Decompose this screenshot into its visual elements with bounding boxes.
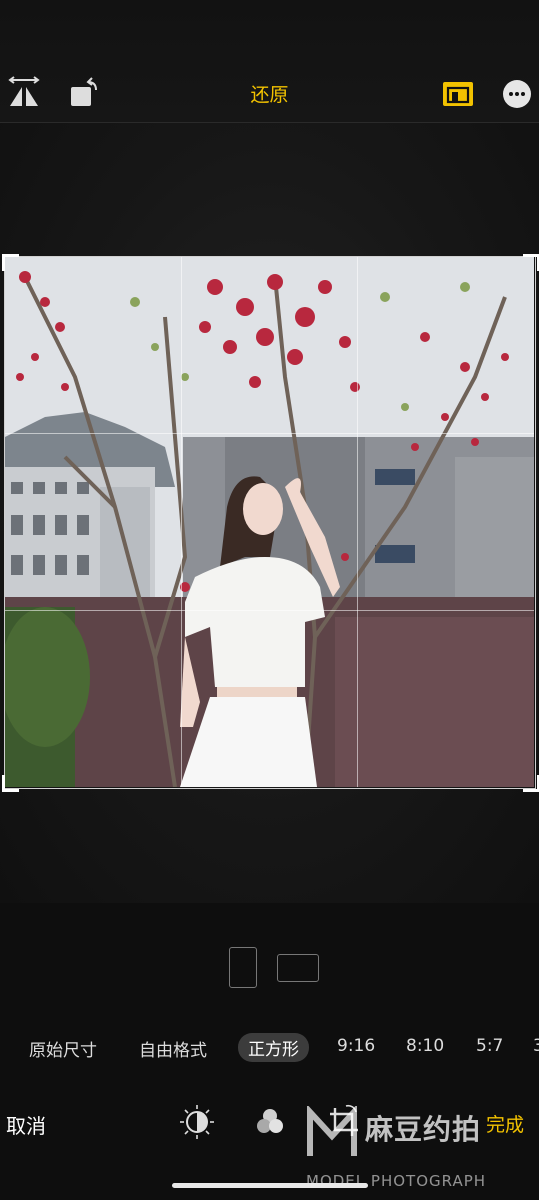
watermark-logo — [306, 1104, 358, 1166]
aspect-ratio-icon[interactable] — [443, 82, 473, 106]
ratio-original[interactable]: 原始尺寸 — [29, 1036, 97, 1061]
ratio-3[interactable]: 3 — [533, 1036, 539, 1056]
filters-icon[interactable] — [252, 1104, 288, 1140]
landscape-orientation-button[interactable] — [277, 954, 319, 982]
crop-handle-bottom-right[interactable] — [523, 775, 539, 792]
done-button[interactable]: 完成 — [486, 1110, 524, 1137]
ratio-freeform[interactable]: 自由格式 — [139, 1036, 207, 1061]
portrait-orientation-button[interactable] — [229, 947, 257, 988]
cancel-button[interactable]: 取消 — [6, 1110, 46, 1139]
ratio-9-16[interactable]: 9:16 — [337, 1036, 375, 1056]
top-toolbar: 还原 — [0, 0, 539, 123]
ratio-square[interactable]: 正方形 — [238, 1033, 309, 1062]
more-icon[interactable] — [503, 80, 531, 108]
aspect-ratio-list: 原始尺寸 自由格式 正方形 9:16 8:10 5:7 3 — [0, 1030, 539, 1064]
crop-frame — [4, 256, 536, 789]
ratio-8-10[interactable]: 8:10 — [406, 1036, 444, 1056]
watermark-text: 麻豆约拍 — [365, 1113, 482, 1146]
crop-handle-top-right[interactable] — [523, 254, 539, 271]
home-indicator — [172, 1183, 368, 1188]
ratio-5-7[interactable]: 5:7 — [476, 1036, 503, 1056]
crop-handle-bottom-left[interactable] — [2, 775, 19, 792]
crop-handle-top-left[interactable] — [2, 254, 19, 271]
adjust-icon[interactable] — [179, 1104, 215, 1140]
